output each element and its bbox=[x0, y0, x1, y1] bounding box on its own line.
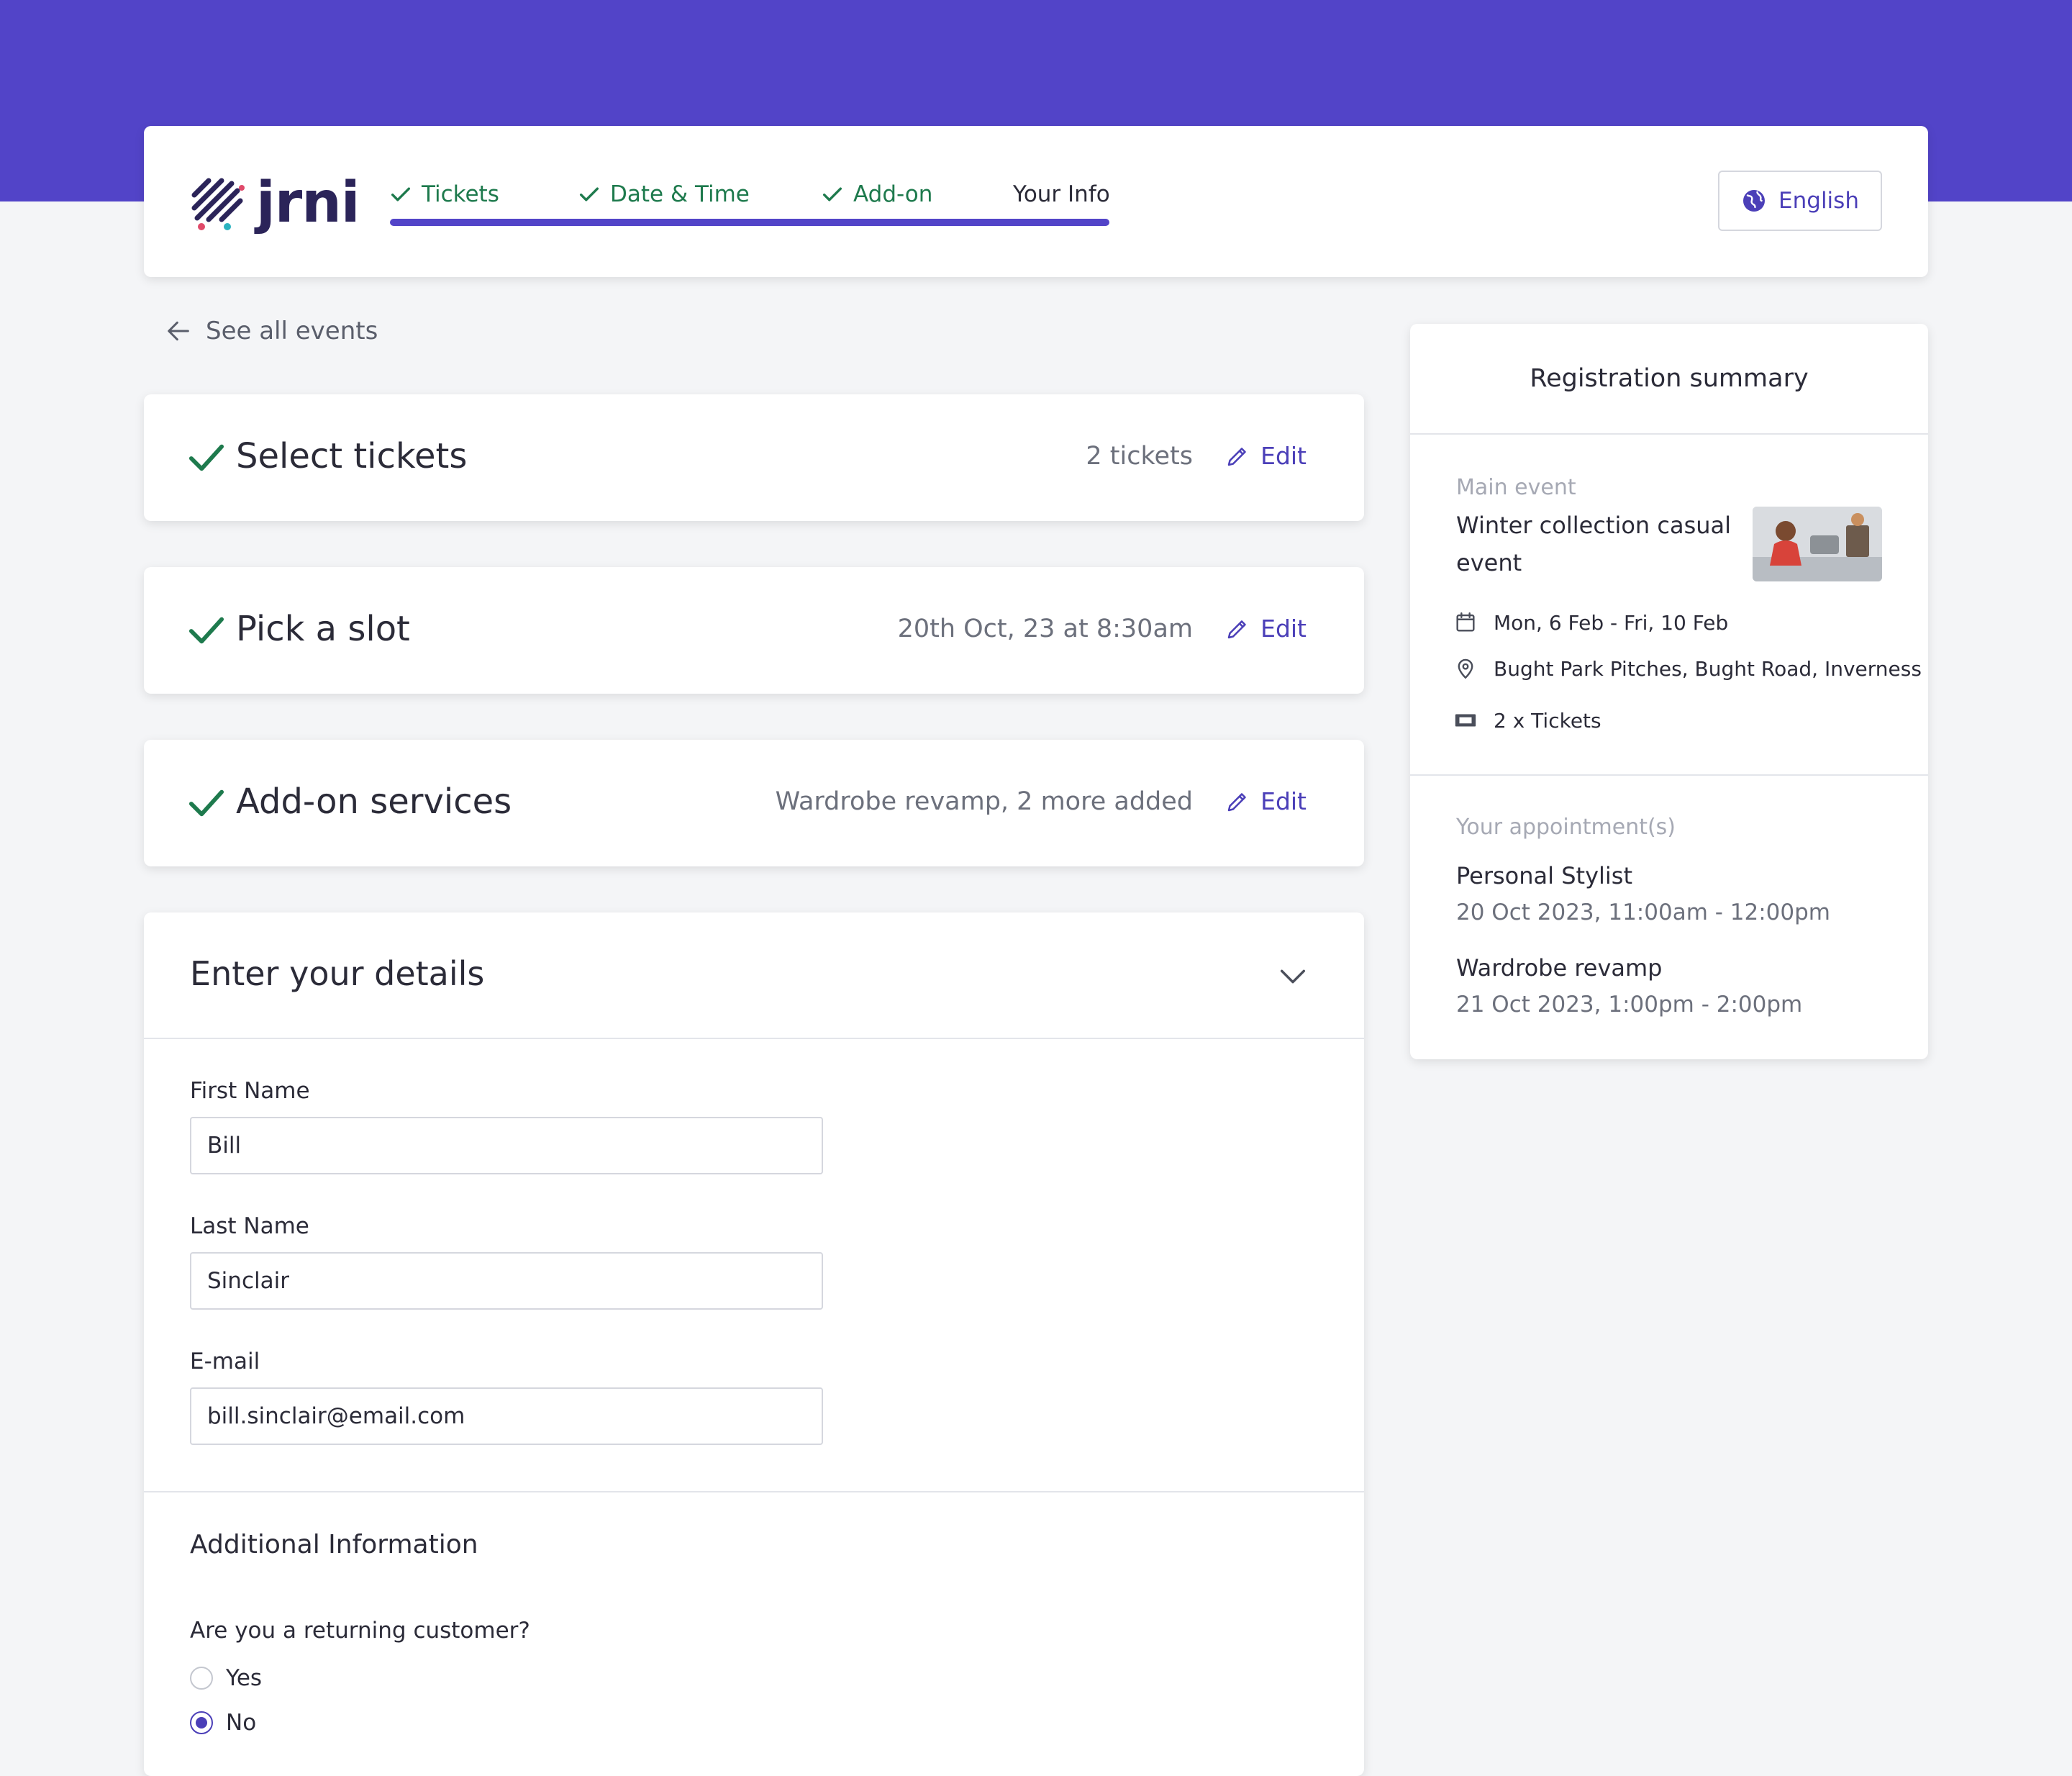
event-thumbnail bbox=[1753, 507, 1882, 581]
logo-stripes-icon bbox=[191, 178, 245, 230]
event-tickets-row: 2 x Tickets bbox=[1453, 708, 1601, 733]
card-summary: 20th Oct, 23 at 8:30am bbox=[897, 615, 1193, 643]
event-photo-icon bbox=[1753, 507, 1882, 581]
edit-label: Edit bbox=[1260, 615, 1307, 643]
event-location-row: Bught Park Pitches, Bught Road, Invernes… bbox=[1453, 656, 1922, 681]
section-divider bbox=[144, 1491, 1364, 1492]
returning-customer-question: Are you a returning customer? bbox=[190, 1618, 530, 1644]
email-label: E-mail bbox=[190, 1349, 260, 1374]
pick-slot-card: Pick a slot 20th Oct, 23 at 8:30am Edit bbox=[144, 567, 1364, 694]
first-name-input[interactable] bbox=[190, 1117, 823, 1174]
radio-yes[interactable]: Yes bbox=[190, 1665, 262, 1691]
check-icon bbox=[391, 187, 411, 201]
details-title: Enter your details bbox=[190, 954, 485, 993]
language-label: English bbox=[1778, 188, 1859, 214]
appointment-name: Wardrobe revamp bbox=[1456, 954, 1663, 982]
step-progress-bar bbox=[390, 219, 1109, 226]
step-your-info[interactable]: Your Info bbox=[1013, 176, 1110, 212]
details-header[interactable]: Enter your details bbox=[144, 912, 1364, 1039]
first-name-label: First Name bbox=[190, 1078, 310, 1104]
arrow-left-icon bbox=[168, 321, 189, 341]
radio-no[interactable]: No bbox=[190, 1710, 256, 1736]
summary-divider bbox=[1410, 433, 1928, 435]
radio-label: Yes bbox=[226, 1665, 263, 1691]
pencil-icon bbox=[1227, 792, 1246, 811]
additional-info-title: Additional Information bbox=[190, 1530, 478, 1559]
ticket-icon bbox=[1455, 714, 1476, 727]
step-tickets[interactable]: Tickets bbox=[388, 176, 499, 212]
pencil-icon bbox=[1227, 447, 1246, 466]
event-dates-row: Mon, 6 Feb - Fri, 10 Feb bbox=[1453, 610, 1728, 635]
main-event-label: Main event bbox=[1456, 475, 1576, 500]
header-bar: jrni Tickets Date & Time Add-on Your Inf… bbox=[144, 126, 1928, 277]
event-tickets: 2 x Tickets bbox=[1494, 708, 1601, 733]
last-name-input[interactable] bbox=[190, 1252, 823, 1310]
appointments-label: Your appointment(s) bbox=[1456, 815, 1676, 840]
step-label: Date & Time bbox=[610, 181, 750, 207]
card-summary: 2 tickets bbox=[1086, 442, 1193, 471]
enter-details-card: Enter your details First Name Last Name … bbox=[144, 912, 1364, 1776]
check-icon bbox=[579, 187, 599, 201]
language-button[interactable]: English bbox=[1718, 171, 1882, 231]
see-all-events-link[interactable]: See all events bbox=[164, 317, 378, 345]
email-input[interactable] bbox=[190, 1387, 823, 1445]
step-add-on[interactable]: Add-on bbox=[820, 176, 932, 212]
step-label: Your Info bbox=[1013, 181, 1110, 207]
event-name: Winter collection casual event bbox=[1456, 512, 1732, 576]
edit-tickets-button[interactable]: Edit bbox=[1224, 442, 1307, 470]
step-date-time[interactable]: Date & Time bbox=[577, 176, 750, 212]
chevron-down-icon[interactable] bbox=[1276, 960, 1309, 993]
radio-no-control[interactable] bbox=[190, 1711, 213, 1734]
brand-logo[interactable]: jrni bbox=[190, 171, 360, 235]
appointment-time: 21 Oct 2023, 1:00pm - 2:00pm bbox=[1456, 992, 1803, 1018]
add-on-services-card: Add-on services Wardrobe revamp, 2 more … bbox=[144, 740, 1364, 866]
card-title: Pick a slot bbox=[236, 609, 410, 649]
location-pin-icon bbox=[1458, 658, 1473, 679]
radio-label: No bbox=[226, 1710, 257, 1736]
pencil-icon bbox=[1227, 620, 1246, 638]
appointment-name: Personal Stylist bbox=[1456, 862, 1632, 889]
summary-divider bbox=[1410, 774, 1928, 776]
event-dates: Mon, 6 Feb - Fri, 10 Feb bbox=[1494, 610, 1729, 635]
globe-icon bbox=[1743, 190, 1766, 212]
select-tickets-card: Select tickets 2 tickets Edit bbox=[144, 394, 1364, 521]
check-icon bbox=[822, 187, 842, 201]
card-title: Add-on services bbox=[236, 781, 512, 822]
event-location: Bught Park Pitches, Bught Road, Invernes… bbox=[1494, 656, 1922, 681]
logo-text: jrni bbox=[256, 171, 360, 235]
edit-slot-button[interactable]: Edit bbox=[1224, 615, 1307, 643]
calendar-icon bbox=[1456, 612, 1475, 632]
step-label: Tickets bbox=[422, 181, 499, 207]
summary-title: Registration summary bbox=[1530, 364, 1809, 393]
card-title: Select tickets bbox=[236, 436, 468, 476]
edit-add-on-button[interactable]: Edit bbox=[1224, 787, 1307, 815]
back-link-label: See all events bbox=[206, 317, 378, 345]
appointment-time: 20 Oct 2023, 11:00am - 12:00pm bbox=[1456, 900, 1830, 925]
edit-label: Edit bbox=[1260, 787, 1307, 815]
check-icon bbox=[188, 444, 224, 471]
step-label: Add-on bbox=[853, 181, 933, 207]
check-icon bbox=[188, 789, 224, 817]
check-icon bbox=[188, 617, 224, 644]
last-name-label: Last Name bbox=[190, 1213, 309, 1239]
card-summary: Wardrobe revamp, 2 more added bbox=[775, 787, 1193, 816]
radio-yes-control[interactable] bbox=[190, 1667, 213, 1690]
registration-summary-panel: Registration summary Main event Winter c… bbox=[1410, 324, 1928, 1059]
edit-label: Edit bbox=[1260, 442, 1307, 470]
